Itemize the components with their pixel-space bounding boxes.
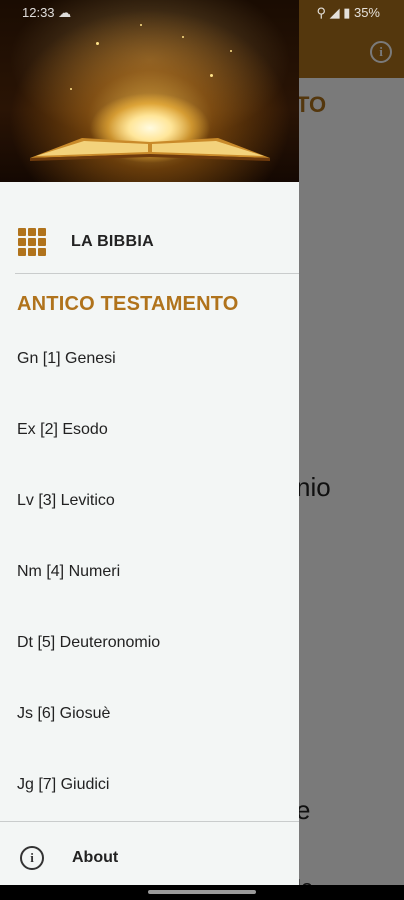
book-item-numeri[interactable]: Nm [4] Numeri [17,563,120,581]
status-bar: 12:33 ☁ ⚲ ◢ ▮ 35% [0,0,404,26]
drawer-header-image [0,0,299,182]
navigation-drawer: LA BIBBIA ANTICO TESTAMENTO Gn [1] Genes… [0,0,299,885]
drawer-item-la-bibbia[interactable]: LA BIBBIA [0,228,299,256]
book-item-levitico[interactable]: Lv [3] Levitico [17,492,115,510]
drawer-item-about[interactable]: i About [0,840,299,876]
book-item-giudici[interactable]: Jg [7] Giudici [17,776,109,794]
info-icon: i [20,846,44,870]
book-item-deuteronomio[interactable]: Dt [5] Deuteronomio [17,634,160,652]
book-item-esodo[interactable]: Ex [2] Esodo [17,421,108,439]
status-time: 12:33 ☁ [22,5,72,20]
divider [0,821,299,822]
sparkle [70,88,72,90]
home-gesture-handle[interactable] [148,890,256,894]
drawer-item-label: About [72,849,119,866]
section-title: ANTICO TESTAMENTO [17,293,239,315]
sparkle [182,36,184,38]
grid-icon [18,228,46,256]
book-item-giosue[interactable]: Js [6] Giosuè [17,705,110,723]
status-indicators: ⚲ ◢ ▮ 35% [316,5,380,20]
drawer-item-label: LA BIBBIA [71,233,154,250]
sparkle [210,74,213,77]
divider [15,273,299,274]
open-book-image [30,138,270,161]
sparkle [230,50,232,52]
book-item-genesi[interactable]: Gn [1] Genesi [17,350,116,368]
sparkle [96,42,99,45]
